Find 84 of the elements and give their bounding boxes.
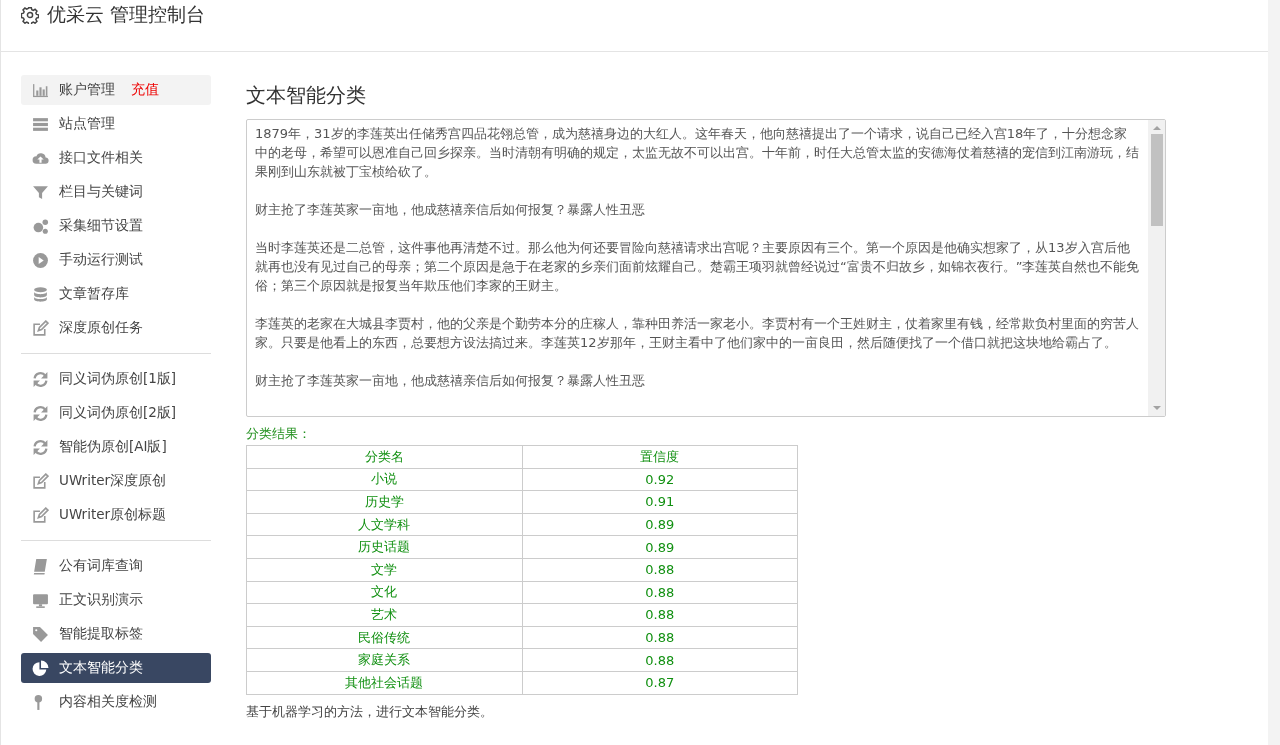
sidebar-item[interactable]: 同义词伪原创[1版] — [21, 364, 211, 394]
table-cell: 0.91 — [522, 490, 798, 514]
result-label: 分类结果： — [246, 425, 312, 443]
edit-icon — [32, 506, 49, 524]
sidebar-label: 内容相关度检测 — [59, 693, 157, 711]
table-cell: 民俗传统 — [246, 626, 522, 649]
table-cell: 0.87 — [522, 671, 798, 695]
sidebar-item[interactable]: 内容相关度检测 — [21, 687, 211, 717]
monitor-icon — [32, 591, 49, 609]
sidebar-label: 接口文件相关 — [59, 149, 143, 167]
sidebar-item[interactable]: 智能提取标签 — [21, 619, 211, 649]
sidebar-item[interactable]: 采集细节设置 — [21, 211, 211, 241]
sidebar-label: 同义词伪原创[1版] — [59, 370, 177, 388]
filter-icon — [32, 183, 49, 201]
sidebar-label: 同义词伪原创[2版] — [59, 404, 177, 422]
sidebar-label: 正文识别演示 — [59, 591, 143, 609]
sidebar-label: 账户管理 — [59, 81, 115, 99]
sidebar-label: 站点管理 — [59, 115, 115, 133]
sidebar-item[interactable]: 文本智能分类 — [21, 653, 211, 683]
table-cell: 历史学 — [246, 490, 522, 514]
sidebar-item[interactable]: 文章暂存库 — [21, 279, 211, 309]
sidebar-item[interactable]: 账户管理 充值 — [21, 75, 211, 105]
sidebar-item[interactable]: 同义词伪原创[2版] — [21, 398, 211, 428]
sidebar-item[interactable]: UWriter深度原创 — [21, 466, 211, 496]
pie-chart-icon — [32, 659, 49, 677]
bar-chart-icon — [32, 81, 49, 99]
sidebar-label: 文章暂存库 — [59, 285, 129, 303]
tag-icon — [32, 625, 49, 643]
play-icon — [32, 251, 49, 269]
table-cell: 0.88 — [522, 603, 798, 627]
sidebar-item[interactable]: 公有词库查询 — [21, 551, 211, 581]
table-cell: 其他社会话题 — [246, 671, 522, 695]
scroll-up-icon[interactable] — [1151, 124, 1162, 132]
table-cell: 人文学科 — [246, 513, 522, 536]
page-title: 文本智能分类 — [246, 82, 367, 109]
sidebar-label: 采集细节设置 — [59, 217, 143, 235]
table-cell: 0.89 — [522, 513, 798, 536]
table-cell: 艺术 — [246, 603, 522, 627]
sidebar-label: 公有词库查询 — [59, 557, 143, 575]
sidebar-item[interactable]: 接口文件相关 — [21, 143, 211, 173]
table-cell: 家庭关系 — [246, 648, 522, 672]
refresh-icon — [32, 404, 49, 422]
table-cell: 历史话题 — [246, 535, 522, 559]
sidebar-item[interactable]: 站点管理 — [21, 109, 211, 139]
refresh-icon — [32, 370, 49, 388]
sidebar-item[interactable]: 深度原创任务 — [21, 313, 211, 343]
recharge-link[interactable]: 充值 — [131, 81, 159, 99]
sidebar-item[interactable]: UWriter原创标题 — [21, 500, 211, 530]
table-cell: 文学 — [246, 558, 522, 582]
description-text: 基于机器学习的方法，进行文本智能分类。 — [246, 702, 494, 721]
sidebar-item[interactable]: 手动运行测试 — [21, 245, 211, 275]
scrollbar[interactable] — [1148, 120, 1165, 416]
server-icon — [32, 115, 49, 133]
table-cell: 0.89 — [522, 535, 798, 559]
table-cell: 0.92 — [522, 468, 798, 491]
scroll-down-icon[interactable] — [1151, 404, 1162, 412]
sidebar-item[interactable]: 智能伪原创[AI版] — [21, 432, 211, 462]
sidebar-label: UWriter原创标题 — [59, 506, 167, 524]
table-cell: 0.88 — [522, 558, 798, 582]
app-title: 优采云 管理控制台 — [47, 2, 206, 27]
text-input-area[interactable]: 1879年，31岁的李莲英出任储秀宫四品花翎总管，成为慈禧身边的大红人。这年春天，他向慈禧提出了一个请求，说自己已经入宫18年了，十分想念家中的老母，希望可以恩准自己回乡探亲。当时清朝有明确的规定，太监无故不可以出宫。十年前，时任大总管太监的安德海仗着慈禧的宠信到江南游玩，结果刚到山东就被丁宝桢给砍了。 财主抢了李莲英家一亩地，他成慈禧亲信后如何报复？暴露人性丑恶 当时李莲英还是二总管，这件事他再清楚不过。那么他为何还要冒险向慈禧请求出宫呢？主要原因有三个。第一个原因是他确实想家了，从13岁入宫后他就再也没有见过自己的母亲；第二个原因是急于在老家的乡亲们面前炫耀自己。楚霸王项羽就曾经说过“富贵不归故乡，如锦衣夜行。”李莲英自然也不能免俗；第三个原因就是报复当年欺压他们李家的王财主。 李莲英的老家在大城县李贾村，他的父亲是个勤劳本分的庄稼人，靠种田养活一家老小。李贾村有一个王姓财主，仗着家里有钱，经常欺负村里面的穷苦人家。只要是他看上的东西，总要想方设法搞过来。李莲英12岁那年，王财主看中了他们家中的一亩良田，然后随便找了一个借口就把这块地给霸占了。 财主抢了李莲英家一亩地，他成慈禧亲信后如何报复？暴露人性丑恶 — [246, 119, 1166, 417]
table-cell: 0.88 — [522, 626, 798, 649]
scrollbar-thumb[interactable] — [1150, 134, 1163, 226]
book-icon — [32, 557, 49, 575]
column-header: 分类名 — [246, 445, 522, 469]
sidebar-item[interactable]: 正文识别演示 — [21, 585, 211, 615]
column-header: 置信度 — [522, 445, 798, 469]
sidebar-label: 手动运行测试 — [59, 251, 143, 269]
sidebar-label: 深度原创任务 — [59, 319, 143, 337]
sidebar-label: 智能提取标签 — [59, 625, 143, 643]
refresh-icon — [32, 438, 49, 456]
sidebar-label: 文本智能分类 — [59, 659, 143, 677]
sidebar-label: UWriter深度原创 — [59, 472, 167, 490]
edit-icon — [32, 472, 49, 490]
sidebar-label: 智能伪原创[AI版] — [59, 438, 167, 456]
table-cell: 0.88 — [522, 581, 798, 604]
table-cell: 0.88 — [522, 648, 798, 672]
table-cell: 文化 — [246, 581, 522, 604]
edit-icon — [32, 319, 49, 337]
database-icon — [32, 285, 49, 303]
table-cell: 小说 — [246, 468, 522, 491]
sidebar-item[interactable]: 栏目与关键词 — [21, 177, 211, 207]
sidebar-label: 栏目与关键词 — [59, 183, 143, 201]
settings-icon — [21, 6, 39, 24]
